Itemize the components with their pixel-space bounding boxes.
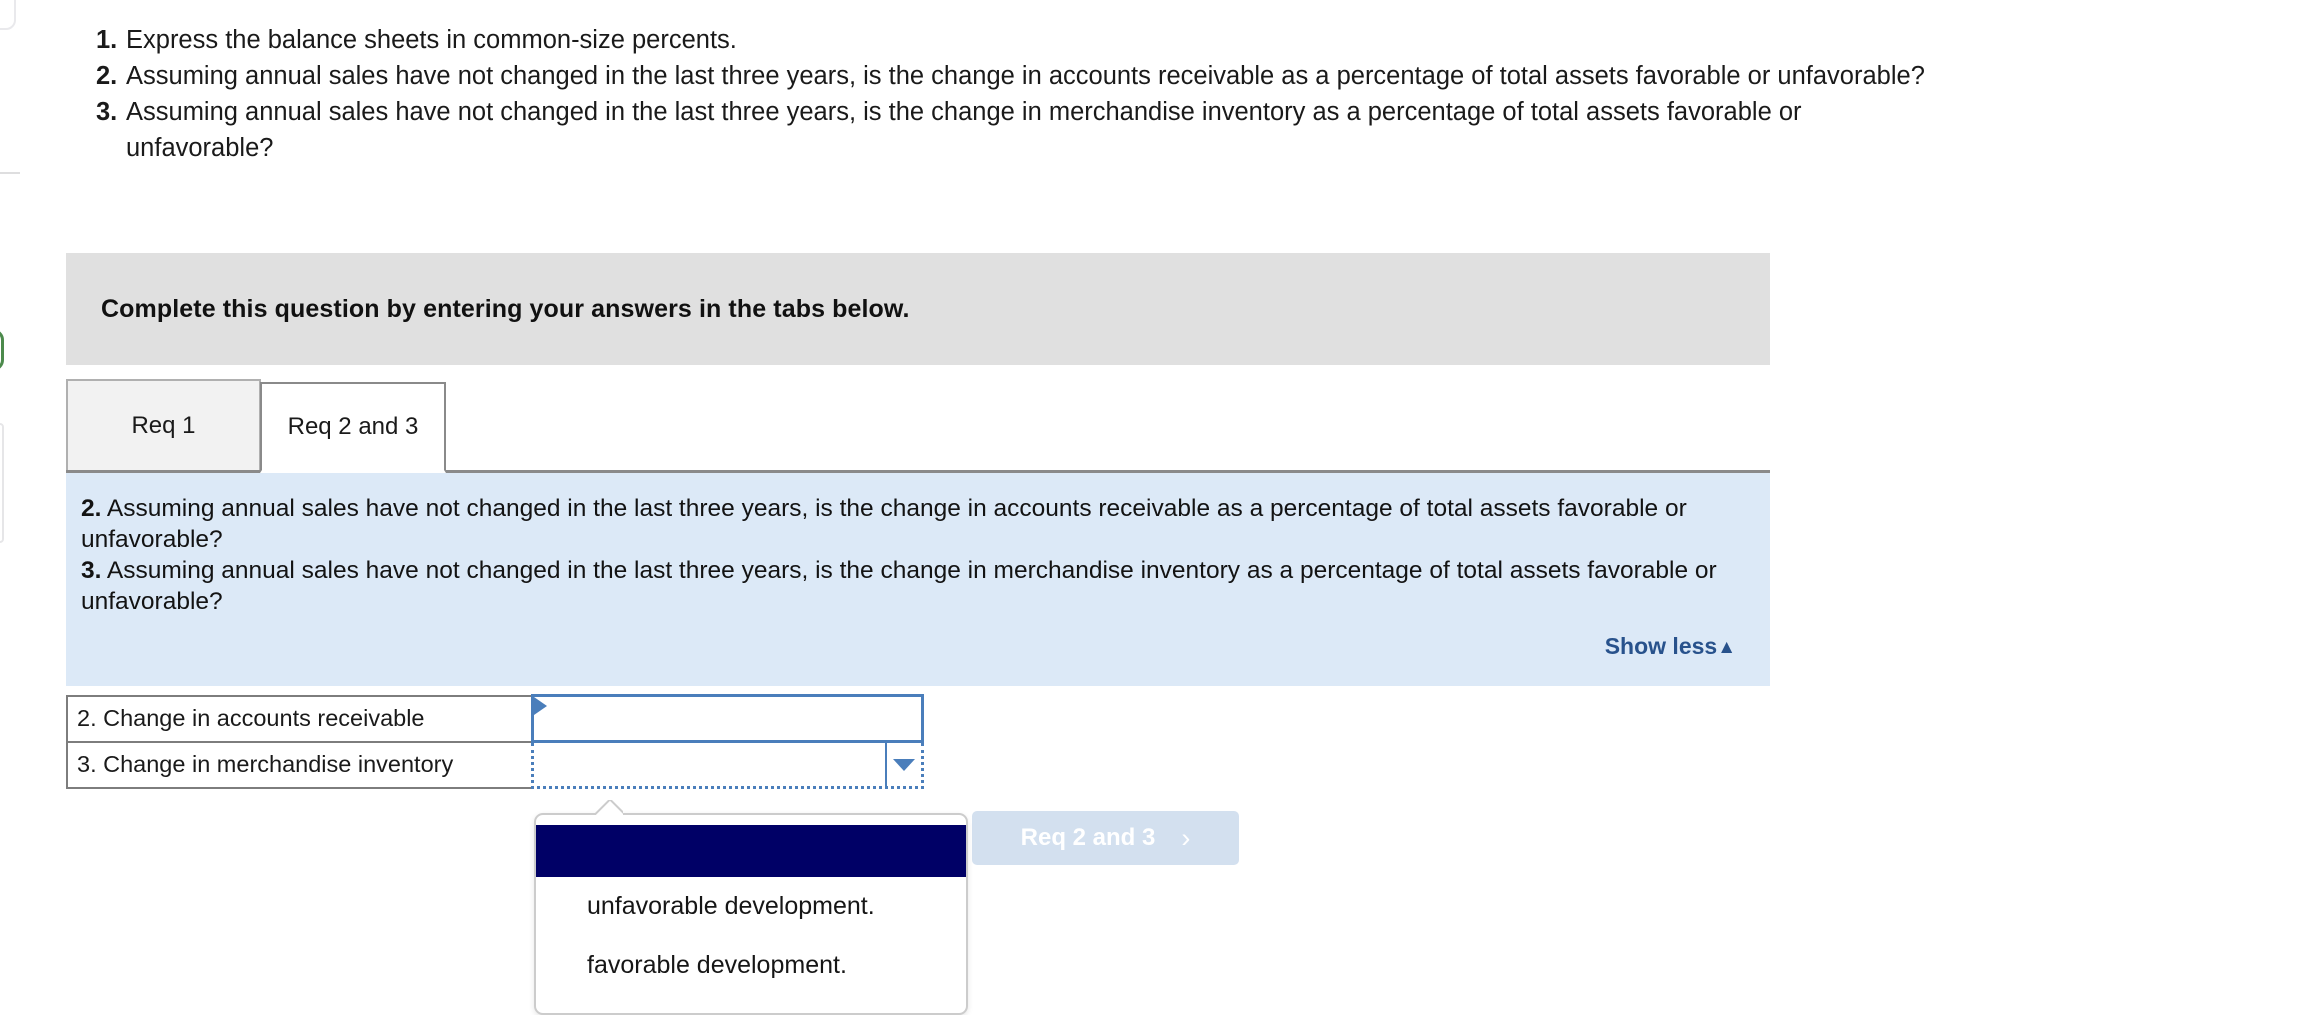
edge-artifact-panel (0, 423, 4, 543)
table-row: 2. Change in accounts receivable (66, 694, 924, 743)
tab-req-2-and-3[interactable]: Req 2 and 3 (260, 382, 446, 473)
table-row: 3. Change in merchandise inventory (66, 740, 924, 789)
dropdown-options-popup: unfavorable development. favorable devel… (534, 813, 968, 1015)
next-req-2-and-3-button-label: Req 2 and 3 (1020, 824, 1156, 851)
requirements-list: 1. Express the balance sheets in common-… (96, 22, 2096, 166)
info-panel-line-2: 2. Assuming annual sales have not change… (66, 473, 1770, 555)
requirement-item: 1. Express the balance sheets in common-… (96, 22, 2096, 58)
row-label-merchandise-inventory: 3. Change in merchandise inventory (66, 740, 533, 789)
instruction-banner: Complete this question by entering your … (66, 253, 1770, 365)
info-panel-line-3-number: 3. (81, 557, 102, 584)
tab-req-2-and-3-label: Req 2 and 3 (287, 413, 419, 440)
instruction-banner-text: Complete this question by entering your … (101, 294, 910, 323)
next-req-2-and-3-button[interactable]: Req 2 and 3 › (972, 811, 1239, 865)
show-less-label: Show less (1604, 633, 1718, 659)
dropdown-option-favorable[interactable]: favorable development. (536, 936, 966, 995)
dropdown-option-unfavorable[interactable]: unfavorable development. (536, 877, 966, 936)
requirement-number: 2. (96, 62, 118, 90)
requirement-item: 3. Assuming annual sales have not change… (96, 94, 2096, 166)
edge-artifact-card (0, 0, 16, 30)
tab-strip: Req 1 Req 2 and 3 (66, 379, 1770, 473)
requirement-item: 2. Assuming annual sales have not change… (96, 58, 2096, 94)
edge-artifact-green-pill (0, 329, 4, 371)
requirement-text: Assuming annual sales have not changed i… (126, 62, 1925, 90)
info-panel-line-3: 3. Assuming annual sales have not change… (66, 555, 1770, 617)
show-less-link[interactable]: Show less▲ (1605, 633, 1736, 660)
requirement-number: 1. (96, 26, 118, 54)
dropdown-option-blank[interactable] (536, 825, 966, 877)
tab-req-1-label: Req 1 (131, 411, 196, 439)
info-panel-line-2-text: Assuming annual sales have not changed i… (81, 495, 1687, 553)
dropdown-toggle[interactable] (884, 743, 921, 786)
requirement-text: Express the balance sheets in common-siz… (126, 26, 737, 54)
popup-pointer-arrow-icon (595, 800, 623, 815)
chevron-right-icon: › (1181, 822, 1191, 853)
answer-cell-accounts-receivable[interactable] (530, 694, 924, 743)
answer-table: 2. Change in accounts receivable 3. Chan… (66, 694, 924, 789)
chevron-down-icon (892, 758, 915, 771)
question-info-panel: 2. Assuming annual sales have not change… (66, 473, 1770, 686)
info-panel-line-2-number: 2. (81, 495, 102, 522)
caret-up-icon: ▲ (1717, 637, 1736, 658)
answer-cell-merchandise-inventory[interactable] (530, 740, 924, 789)
edge-artifact-divider (0, 172, 20, 174)
requirement-number: 3. (96, 98, 118, 126)
tab-req-1[interactable]: Req 1 (66, 379, 261, 470)
requirement-text: Assuming annual sales have not changed i… (126, 98, 1802, 162)
info-panel-line-3-text: Assuming annual sales have not changed i… (81, 557, 1717, 615)
active-cell-marker-icon (533, 697, 547, 715)
row-label-accounts-receivable: 2. Change in accounts receivable (66, 694, 533, 743)
